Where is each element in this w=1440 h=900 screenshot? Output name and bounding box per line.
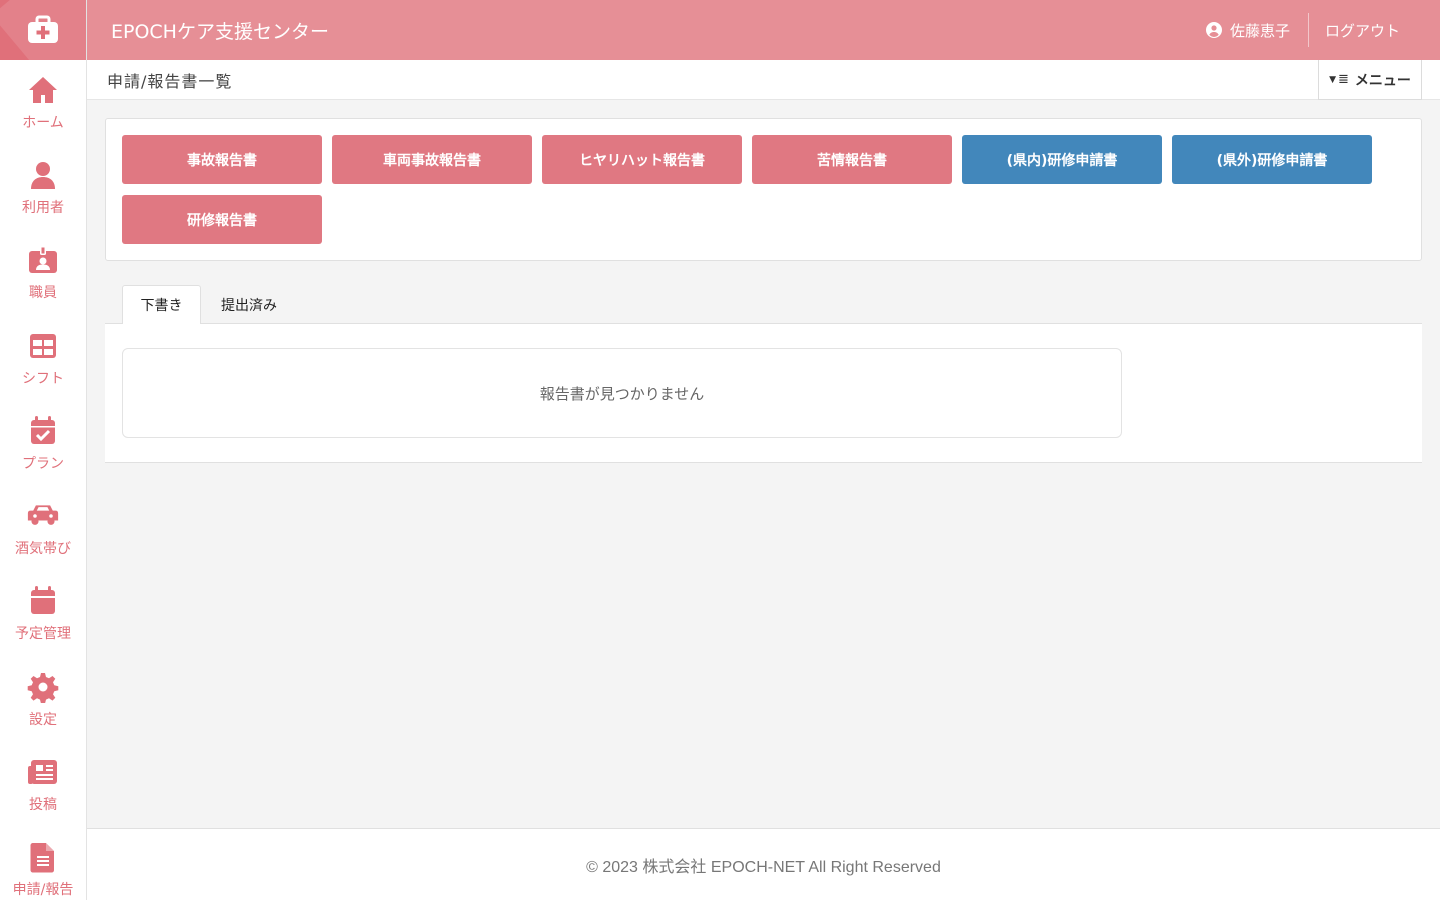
vehicle-accident-report-button[interactable]: 車両事故報告書 xyxy=(332,135,532,184)
sidebar-item-home[interactable]: ホーム xyxy=(0,60,86,145)
complaint-report-button[interactable]: 苦情報告書 xyxy=(752,135,952,184)
home-icon xyxy=(29,76,57,103)
sidebar-item-label: プラン xyxy=(22,455,64,472)
caret-down-icon: ▼ xyxy=(1329,74,1336,85)
sidebar-item-label: ホーム xyxy=(22,114,64,131)
near-miss-report-button[interactable]: ヒヤリハット報告書 xyxy=(542,135,742,184)
top-bar: EPOCHケア支援センター 佐藤恵子 ログアウト xyxy=(87,0,1440,60)
tab-content: 報告書が見つかりません xyxy=(105,324,1422,463)
in-prefecture-training-application-button[interactable]: (県内)研修申請書 xyxy=(962,135,1162,184)
user-icon xyxy=(31,161,55,189)
sidebar-item-alcohol[interactable]: 酒気帯び xyxy=(0,486,86,571)
tab-submitted[interactable]: 提出済み xyxy=(209,285,289,324)
copyright-text: © 2023 株式会社 EPOCH-NET All Right Reserved xyxy=(586,858,941,876)
logout-link[interactable]: ログアウト xyxy=(1309,20,1440,41)
calendar-icon xyxy=(31,586,55,615)
logo[interactable] xyxy=(0,0,86,60)
file-icon xyxy=(30,843,54,873)
sidebar-item-reports[interactable]: 申請/報告 xyxy=(0,828,86,900)
training-report-button[interactable]: 研修報告書 xyxy=(122,195,322,244)
app-title: EPOCHケア支援センター xyxy=(111,20,329,43)
page-title: 申請/報告書一覧 xyxy=(107,72,233,91)
sidebar: ホーム 利用者 職員 シフト プラン 酒気帯び 予定管理 設定 投稿 申請/報告 xyxy=(0,0,87,900)
sidebar-item-label: 投稿 xyxy=(29,797,57,814)
sidebar-item-posts[interactable]: 投稿 xyxy=(0,742,86,827)
sidebar-item-staff[interactable]: 職員 xyxy=(0,231,86,316)
user-name: 佐藤恵子 xyxy=(1229,21,1290,40)
footer: © 2023 株式会社 EPOCH-NET All Right Reserved xyxy=(87,828,1440,900)
empty-state-message: 報告書が見つかりません xyxy=(122,348,1122,438)
menu-label: メニュー xyxy=(1354,72,1411,89)
sidebar-item-label: 職員 xyxy=(29,285,57,302)
sidebar-item-shift[interactable]: シフト xyxy=(0,316,86,401)
sidebar-item-label: 予定管理 xyxy=(15,626,71,643)
report-buttons-panel: 事故報告書 車両事故報告書 ヒヤリハット報告書 苦情報告書 (県内)研修申請書 … xyxy=(105,118,1422,261)
sidebar-item-label: 利用者 xyxy=(22,199,64,216)
sidebar-item-label: シフト xyxy=(22,370,64,387)
sidebar-item-label: 酒気帯び xyxy=(15,541,71,558)
calendar-check-icon xyxy=(31,415,55,444)
table-icon xyxy=(30,333,56,358)
gear-icon xyxy=(27,672,59,703)
sidebar-item-plan[interactable]: プラン xyxy=(0,401,86,486)
car-icon xyxy=(27,505,59,526)
id-badge-icon xyxy=(29,246,57,274)
sidebar-item-schedule[interactable]: 予定管理 xyxy=(0,572,86,657)
out-prefecture-training-application-button[interactable]: (県外)研修申請書 xyxy=(1172,135,1372,184)
sidebar-item-label: 設定 xyxy=(29,711,57,728)
sidebar-item-label: 申請/報告 xyxy=(12,882,74,899)
accident-report-button[interactable]: 事故報告書 xyxy=(122,135,322,184)
user-menu[interactable]: 佐藤恵子 xyxy=(1205,13,1309,47)
menu-button[interactable]: ▼ ≣ メニュー xyxy=(1318,60,1422,100)
report-tabs: 下書き 提出済み xyxy=(105,285,1422,325)
newspaper-icon xyxy=(28,760,57,785)
list-icon: ≣ xyxy=(1338,72,1349,87)
user-circle-icon xyxy=(1205,22,1222,38)
page-header: 申請/報告書一覧 ▼ ≣ メニュー xyxy=(87,60,1440,100)
medical-kit-icon xyxy=(28,15,58,43)
tab-drafts[interactable]: 下書き xyxy=(122,285,201,325)
sidebar-item-settings[interactable]: 設定 xyxy=(0,657,86,742)
sidebar-item-users[interactable]: 利用者 xyxy=(0,145,86,230)
